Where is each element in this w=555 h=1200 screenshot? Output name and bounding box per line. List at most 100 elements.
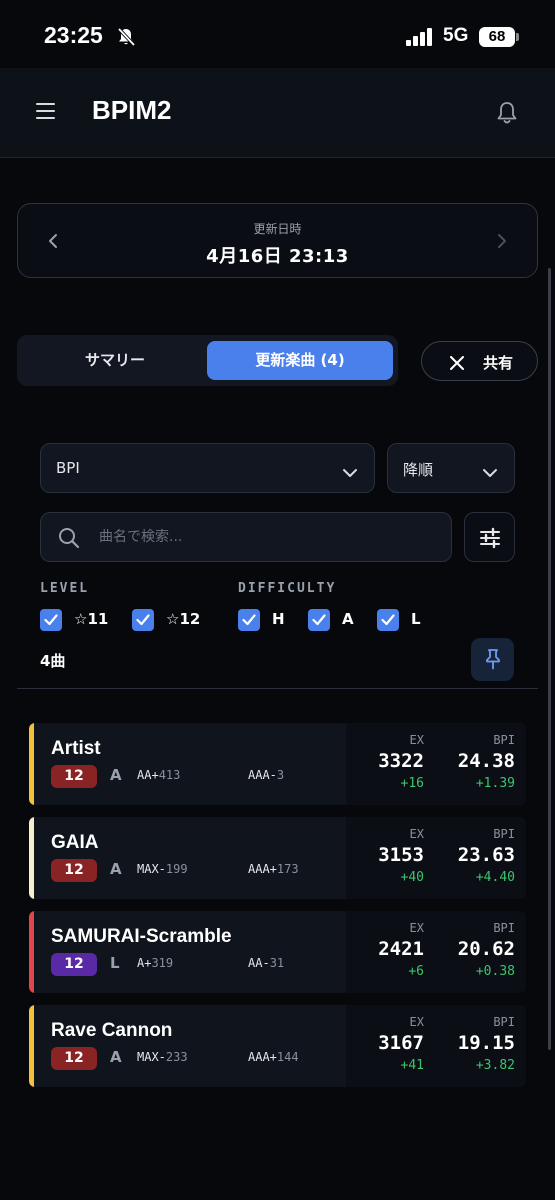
level-badge: 12 — [51, 953, 97, 976]
song-title: Artist — [51, 738, 101, 759]
song-title: Rave Cannon — [51, 1020, 173, 1041]
level-section-label: LEVEL — [40, 581, 90, 596]
grade-rank-1-key: AA+ — [137, 768, 159, 782]
divider — [17, 688, 538, 689]
difficulty-label: A — [110, 766, 122, 784]
clear-lamp — [29, 1005, 34, 1087]
ex-score: 2421 — [378, 938, 424, 960]
score-stats: EX 3153 +40 BPI 23.63 +4.40 — [346, 817, 526, 899]
grade-rank-2: AAA-3 — [248, 768, 284, 782]
bell-icon[interactable] — [496, 101, 518, 129]
network-label: 5G — [443, 25, 469, 46]
pin-button[interactable] — [471, 638, 514, 681]
grade-rank-1-value: 233 — [165, 1050, 188, 1064]
song-row[interactable]: GAIA 12 A MAX-199 AAA+173 EX 3153 +40 BPI 23.63 +4… — [29, 817, 526, 899]
song-row[interactable]: Rave Cannon 12 A MAX-233 AAA+144 EX 3167 +41 BPI… — [29, 1005, 526, 1087]
bpi-label: BPI — [493, 1015, 515, 1029]
tab-summary[interactable]: サマリー — [25, 341, 205, 380]
grade-rank-2-key: AAA- — [248, 768, 277, 782]
chevron-down-icon — [342, 463, 358, 482]
bpi-label: BPI — [493, 921, 515, 935]
bpi-diff: +0.38 — [475, 964, 515, 979]
grade-rank-1: AA+413 — [137, 768, 180, 782]
grade-rank-1: MAX-199 — [137, 862, 188, 876]
bpi-value: 24.38 — [457, 750, 515, 772]
difficulty-section-label: DIFFICULTY — [238, 581, 337, 596]
sort-order-value: 降順 — [403, 461, 434, 479]
bpi-value: 19.15 — [457, 1032, 515, 1054]
level-badge: 12 — [51, 1047, 97, 1070]
difficulty-a-label: A — [342, 610, 354, 628]
level-badge: 12 — [51, 765, 97, 788]
ex-score: 3153 — [378, 844, 424, 866]
bpi-diff: +1.39 — [475, 776, 515, 791]
song-row[interactable]: SAMURAI-Scramble 12 L A+319 AA-31 EX 2421 +6 BPI… — [29, 911, 526, 993]
checkbox-checked-icon — [132, 609, 154, 631]
battery-icon: 68 — [479, 27, 515, 47]
checkbox-checked-icon — [377, 609, 399, 631]
share-label: 共有 — [483, 354, 514, 372]
menu-icon[interactable] — [36, 103, 56, 123]
clear-lamp — [29, 817, 34, 899]
checkbox-checked-icon — [308, 609, 330, 631]
update-date-label: 更新日時 — [253, 222, 302, 236]
song-row[interactable]: Artist 12 A AA+413 AAA-3 EX 3322 +16 BPI 24.38 +1.… — [29, 723, 526, 805]
ex-label: EX — [409, 1015, 424, 1029]
bpi-value: 20.62 — [457, 938, 515, 960]
scrollbar-thumb[interactable] — [548, 268, 551, 1050]
view-tabs: サマリー 更新楽曲 (4) — [17, 335, 398, 386]
song-title: SAMURAI-Scramble — [51, 926, 232, 947]
sliders-icon — [479, 527, 501, 553]
clear-lamp — [29, 723, 34, 805]
filter-settings-button[interactable] — [464, 512, 515, 562]
ex-diff: +6 — [408, 964, 424, 979]
tab-updated-songs[interactable]: 更新楽曲 (4) — [207, 341, 393, 380]
grade-rank-1-key: MAX- — [137, 1050, 166, 1064]
grade-rank-2: AA-31 — [248, 956, 284, 970]
bpi-diff: +3.82 — [475, 1058, 515, 1073]
ex-score: 3167 — [378, 1032, 424, 1054]
level-badge: 12 — [51, 859, 97, 882]
status-time: 23:25 — [44, 22, 103, 48]
song-title: GAIA — [51, 832, 99, 853]
ex-label: EX — [409, 733, 424, 747]
pin-icon — [483, 648, 503, 674]
search-input[interactable] — [97, 521, 437, 553]
grade-rank-2-value: 31 — [269, 956, 285, 970]
score-stats: EX 3322 +16 BPI 24.38 +1.39 — [346, 723, 526, 805]
chevron-right-icon[interactable] — [497, 233, 507, 253]
grade-rank-1: A+319 — [137, 956, 173, 970]
result-count: 4曲 — [40, 652, 66, 670]
grade-rank-2-key: AAA+ — [248, 862, 277, 876]
grade-rank-1: MAX-233 — [137, 1050, 188, 1064]
bpi-value: 23.63 — [457, 844, 515, 866]
update-date-value: 4月16日 23:13 — [206, 246, 349, 267]
grade-rank-1-value: 199 — [165, 862, 188, 876]
difficulty-l-label: L — [411, 610, 421, 628]
grade-rank-2-value: 144 — [276, 1050, 299, 1064]
sort-key-select[interactable]: BPI — [40, 443, 375, 493]
ex-label: EX — [409, 921, 424, 935]
grade-rank-2-key: AA- — [248, 956, 270, 970]
level-12-label: ☆12 — [166, 610, 201, 628]
share-button[interactable]: 共有 — [421, 341, 538, 381]
difficulty-label: A — [110, 1048, 122, 1066]
ex-diff: +16 — [400, 776, 424, 791]
chevron-down-icon — [482, 463, 498, 482]
ex-score: 3322 — [378, 750, 424, 772]
difficulty-label: A — [110, 860, 122, 878]
checkbox-checked-icon — [238, 609, 260, 631]
sort-key-value: BPI — [56, 459, 80, 477]
grade-rank-2: AAA+144 — [248, 1050, 299, 1064]
grade-rank-2: AAA+173 — [248, 862, 299, 876]
grade-rank-1-key: MAX- — [137, 862, 166, 876]
difficulty-h-label: H — [272, 610, 285, 628]
bpi-label: BPI — [493, 827, 515, 841]
x-logo-icon — [450, 355, 464, 374]
grade-rank-1-value: 413 — [158, 768, 181, 782]
score-stats: EX 2421 +6 BPI 20.62 +0.38 — [346, 911, 526, 993]
grade-rank-2-value: 3 — [276, 768, 285, 782]
sort-order-select[interactable]: 降順 — [387, 443, 515, 493]
app-header: BPIM2 — [0, 68, 555, 158]
bpi-label: BPI — [493, 733, 515, 747]
